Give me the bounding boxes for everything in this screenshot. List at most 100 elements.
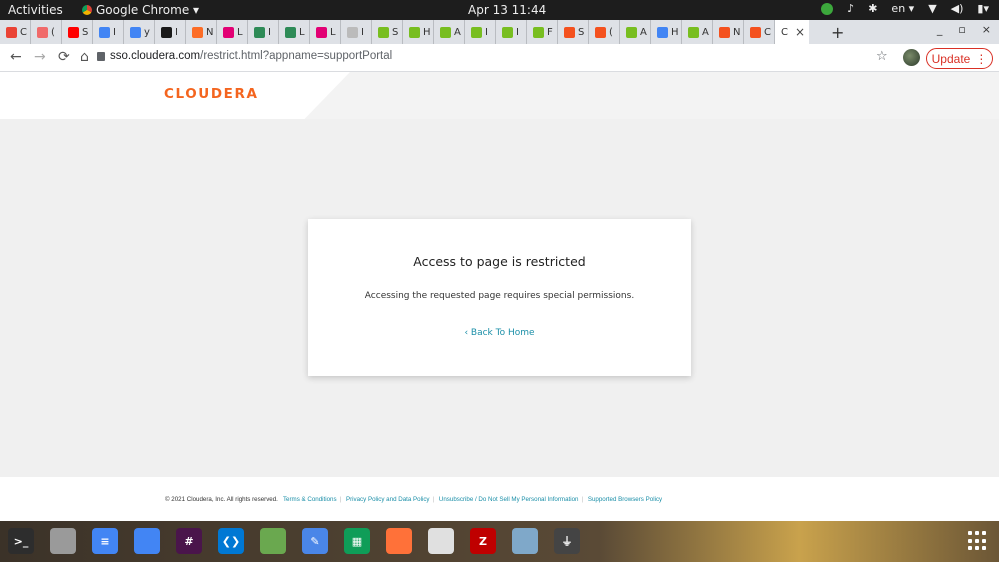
browser-tab[interactable]: A	[620, 20, 651, 44]
app-menu[interactable]: Google Chrome ▾	[82, 3, 199, 17]
close-tab-icon[interactable]: ×	[795, 25, 805, 39]
footer-link-privacy[interactable]: Privacy Policy and Data Policy	[346, 496, 430, 503]
activities-button[interactable]: Activities	[8, 3, 63, 17]
browser-tab[interactable]: I	[465, 20, 496, 44]
browser-tab[interactable]: L	[217, 20, 248, 44]
browser-tab[interactable]: (	[31, 20, 62, 44]
elephant-icon	[533, 26, 544, 38]
elephant-icon	[626, 26, 637, 38]
google-icon	[99, 26, 110, 38]
browser-tab[interactable]: F	[527, 20, 558, 44]
browser-tab[interactable]: (	[589, 20, 620, 44]
docs-icon[interactable]: ≡	[92, 528, 118, 554]
cloudera-logo[interactable]: CLOUDERA	[164, 86, 259, 102]
minimize-button[interactable]: _	[937, 23, 943, 36]
browser-tab[interactable]: y	[124, 20, 155, 44]
close-window-button[interactable]: ×	[982, 23, 991, 36]
browser-tab[interactable]: S	[62, 20, 93, 44]
browser-tab[interactable]: L	[279, 20, 310, 44]
terminal-icon[interactable]: >_	[8, 528, 34, 554]
browser-tab[interactable]: C	[0, 20, 31, 44]
tab-label: I	[516, 26, 519, 38]
tab-label: H	[423, 26, 431, 38]
slack-tray-icon[interactable]: ✱	[868, 2, 877, 15]
reload-button[interactable]: ⟳	[58, 49, 70, 65]
google-icon	[657, 26, 668, 38]
wifi-icon[interactable]: ▼	[928, 2, 936, 15]
text-editor-icon[interactable]: ✎	[302, 528, 328, 554]
update-button[interactable]: Update ⋮	[926, 48, 993, 69]
browser-tab[interactable]: H	[403, 20, 434, 44]
tmobile-icon	[316, 26, 327, 38]
home-button[interactable]: ⌂	[80, 49, 89, 65]
browser-tab[interactable]: S	[372, 20, 403, 44]
volume-icon[interactable]: ◀)	[951, 2, 964, 15]
tab-label: (	[51, 26, 55, 38]
sheets-icon[interactable]: ▦	[344, 528, 370, 554]
tab-label: N	[206, 26, 214, 38]
tab-label: y	[144, 26, 150, 38]
footer-separator: |	[339, 496, 342, 503]
slack-icon[interactable]: #	[176, 528, 202, 554]
tab-label: A	[454, 26, 461, 38]
notification-icon[interactable]: ♪	[847, 2, 854, 15]
footer-link-browsers[interactable]: Supported Browsers Policy	[588, 496, 662, 503]
url-host: sso.cloudera.com	[110, 50, 201, 62]
browser-tab[interactable]: L	[310, 20, 341, 44]
browser-tab[interactable]: I	[248, 20, 279, 44]
restricted-card: Access to page is restricted Accessing t…	[308, 219, 691, 376]
forward-button[interactable]: →	[34, 49, 46, 65]
browser-tab[interactable]: N	[713, 20, 744, 44]
active-browser-tab[interactable]: C ×	[775, 20, 809, 44]
files-icon[interactable]	[50, 528, 76, 554]
gitlab-icon	[192, 26, 203, 38]
tab-label: S	[82, 26, 89, 38]
image-viewer-icon[interactable]	[260, 528, 286, 554]
footer-link-terms[interactable]: Terms & Conditions	[283, 496, 337, 503]
firefox-icon[interactable]	[386, 528, 412, 554]
new-tab-button[interactable]: +	[831, 23, 844, 42]
lock-icon[interactable]	[97, 52, 105, 61]
browser-tab[interactable]: C	[744, 20, 775, 44]
chrome-icon[interactable]	[134, 528, 160, 554]
show-apps-grid-icon[interactable]	[968, 531, 988, 551]
document-viewer-icon[interactable]	[428, 528, 454, 554]
usb-icon[interactable]: ⏚	[554, 528, 580, 554]
browser-tab[interactable]: S	[558, 20, 589, 44]
battery-icon[interactable]: ▮▾	[977, 2, 989, 15]
system-tray[interactable]: ♪ ✱ en ▾ ▼ ◀) ▮▾	[821, 2, 989, 15]
maximize-button[interactable]: ▫	[958, 23, 965, 36]
tab-label: I	[175, 26, 178, 38]
back-to-home-link[interactable]: ‹ Back To Home	[464, 328, 534, 338]
profile-avatar[interactable]	[903, 49, 920, 66]
language-indicator[interactable]: en ▾	[891, 2, 914, 15]
tab-label: I	[113, 26, 116, 38]
browser-tab[interactable]: I	[93, 20, 124, 44]
browser-tab[interactable]: I	[155, 20, 186, 44]
youtube-icon	[68, 26, 79, 38]
browser-tab[interactable]: A	[434, 20, 465, 44]
status-check-icon[interactable]	[821, 2, 834, 15]
back-button[interactable]: ←	[10, 49, 22, 65]
browser-tab[interactable]: I	[496, 20, 527, 44]
browser-tab[interactable]: I	[341, 20, 372, 44]
tab-label: L	[299, 26, 305, 38]
tab-label: (	[609, 26, 613, 38]
footer-link-unsubscribe[interactable]: Unsubscribe / Do Not Sell My Personal In…	[439, 496, 579, 503]
site-header: CLOUDERA	[0, 72, 999, 119]
os-top-bar: Activities Google Chrome ▾ Apr 13 11:44 …	[0, 0, 999, 20]
browser-tab[interactable]: A	[682, 20, 713, 44]
filezilla-icon[interactable]: Z	[470, 528, 496, 554]
browser-tab[interactable]: N	[186, 20, 217, 44]
elephant-icon	[471, 26, 482, 38]
address-bar[interactable]: sso.cloudera.com/restrict.html?appname=s…	[110, 50, 392, 62]
tab-label: N	[733, 26, 741, 38]
network-icon[interactable]	[512, 528, 538, 554]
tab-label: S	[392, 26, 399, 38]
browser-tab[interactable]: H	[651, 20, 682, 44]
tab-label: C	[781, 26, 788, 38]
bookmark-star-icon[interactable]: ☆	[876, 49, 888, 64]
clock[interactable]: Apr 13 11:44	[468, 3, 546, 17]
cloudera-icon	[564, 26, 575, 38]
vscode-icon[interactable]: ❮❯	[218, 528, 244, 554]
